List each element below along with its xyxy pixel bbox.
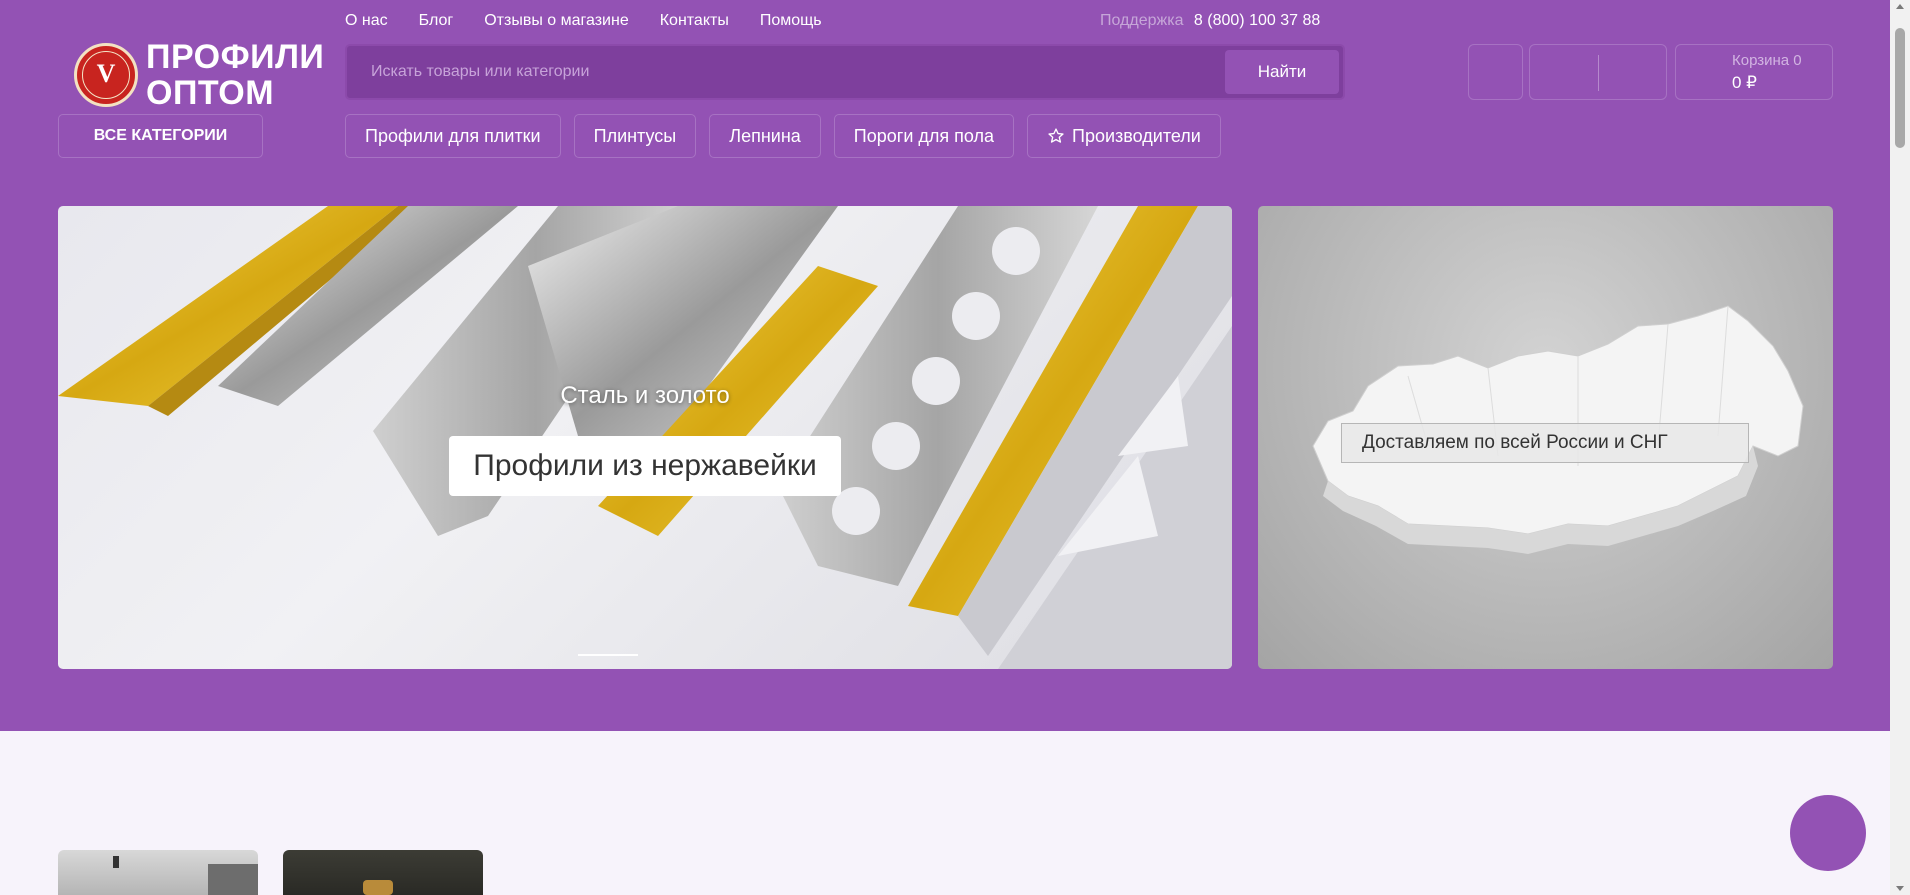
search-bar: Найти bbox=[345, 44, 1345, 100]
category-label: Производители bbox=[1072, 126, 1201, 146]
nav-link-reviews[interactable]: Отзывы о магазине bbox=[484, 12, 629, 30]
nav-link-help[interactable]: Помощь bbox=[760, 12, 822, 30]
scroll-down-arrow-icon[interactable] bbox=[1896, 886, 1904, 891]
category-floor-thresholds[interactable]: Пороги для пола bbox=[833, 114, 1015, 158]
support-info: Поддержка 8 (800) 100 37 88 bbox=[1100, 12, 1320, 30]
header-icon-button-group[interactable] bbox=[1529, 44, 1667, 100]
category-label: Плинтусы bbox=[593, 126, 677, 146]
hero-title[interactable]: Профили из нержавейки bbox=[449, 436, 841, 496]
category-label: Пороги для пола bbox=[853, 126, 995, 146]
logo-badge-icon: V bbox=[74, 43, 138, 107]
site-logo[interactable]: V ПРОФИЛИ ОПТОМ bbox=[74, 39, 324, 111]
nav-link-about[interactable]: О нас bbox=[345, 12, 388, 30]
icon-divider bbox=[1598, 55, 1599, 91]
star-icon bbox=[1048, 128, 1064, 143]
support-label: Поддержка bbox=[1100, 12, 1184, 29]
delivery-banner[interactable]: Доставляем по всей России и СНГ bbox=[1258, 206, 1833, 669]
scroll-up-arrow-icon[interactable] bbox=[1896, 4, 1904, 9]
header-icon-button[interactable] bbox=[1468, 44, 1523, 100]
thumb-detail bbox=[363, 880, 393, 895]
logo-line-2: ОПТОМ bbox=[146, 74, 275, 112]
category-label: Лепнина bbox=[729, 126, 801, 146]
delivery-banner-label: Доставляем по всей России и СНГ bbox=[1341, 423, 1749, 463]
top-navigation: О нас Блог Отзывы о магазине Контакты По… bbox=[345, 12, 853, 30]
search-input[interactable] bbox=[347, 46, 1227, 98]
support-phone[interactable]: 8 (800) 100 37 88 bbox=[1194, 12, 1320, 29]
thumb-detail bbox=[208, 864, 258, 895]
category-plinths[interactable]: Плинтусы bbox=[573, 114, 697, 158]
cart-amount: 0 ₽ bbox=[1732, 73, 1757, 92]
category-label: Профили для плитки bbox=[365, 126, 541, 146]
cart-button[interactable]: Корзина 0 0 ₽ bbox=[1675, 44, 1833, 100]
category-bar: Профили для плитки Плинтусы Лепнина Поро… bbox=[345, 114, 1234, 158]
all-categories-button[interactable]: ВСЕ КАТЕГОРИИ bbox=[58, 114, 263, 158]
hero-banner[interactable]: Сталь и золото Профили из нержавейки bbox=[58, 206, 1232, 669]
chat-button[interactable] bbox=[1790, 795, 1866, 871]
search-button[interactable]: Найти bbox=[1225, 50, 1339, 94]
cart-label: Корзина 0 bbox=[1732, 52, 1802, 69]
hero-subtitle: Сталь и золото bbox=[560, 382, 730, 409]
product-card-image[interactable] bbox=[283, 850, 483, 895]
logo-line-1: ПРОФИЛИ bbox=[146, 38, 325, 76]
nav-link-contacts[interactable]: Контакты bbox=[660, 12, 729, 30]
category-tile-profiles[interactable]: Профили для плитки bbox=[345, 114, 561, 158]
slider-indicator[interactable] bbox=[578, 654, 638, 656]
logo-text: ПРОФИЛИ ОПТОМ bbox=[146, 39, 324, 111]
category-moldings[interactable]: Лепнина bbox=[709, 114, 821, 158]
product-card-image[interactable] bbox=[58, 850, 258, 895]
thumb-detail bbox=[113, 856, 119, 868]
category-manufacturers[interactable]: Производители bbox=[1027, 114, 1221, 158]
nav-link-blog[interactable]: Блог bbox=[419, 12, 454, 30]
logo-badge-letter: V bbox=[96, 59, 116, 88]
page-scrollbar[interactable] bbox=[1890, 0, 1910, 895]
scroll-thumb[interactable] bbox=[1895, 28, 1905, 148]
